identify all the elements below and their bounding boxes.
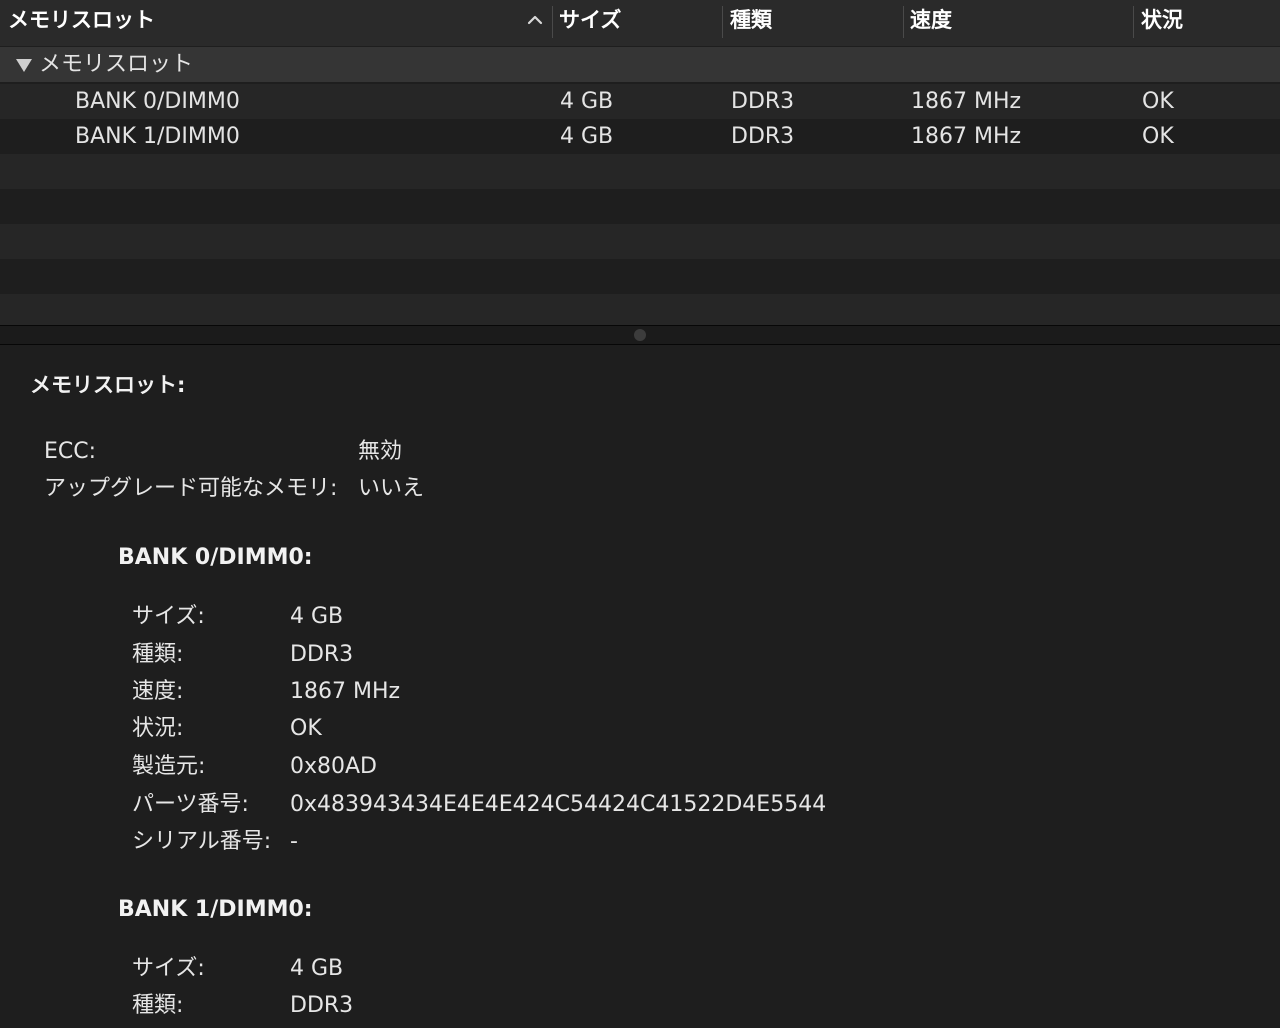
- column-header-status[interactable]: 状況: [1141, 0, 1183, 46]
- triangle-down-icon[interactable]: [14, 56, 34, 74]
- detail-value-ecc: 無効: [358, 439, 403, 464]
- group-label: メモリスロット: [39, 52, 194, 77]
- bank-0-label-serial: シリアル番号:: [132, 829, 272, 854]
- column-header-speed[interactable]: 速度: [910, 0, 952, 46]
- bank-0-label-speed: 速度:: [132, 679, 184, 704]
- bank-1-title: BANK 1/DIMM0:: [118, 897, 313, 922]
- table-row[interactable]: BANK 1/DIMM0 4 GB DDR3 1867 MHz OK: [0, 119, 1280, 154]
- chevron-up-icon[interactable]: [524, 9, 546, 31]
- empty-row: [0, 259, 1280, 294]
- bank-0-value-status: OK: [290, 716, 322, 741]
- detail-value-upgradeable: いいえ: [358, 476, 425, 501]
- row-type: DDR3: [731, 89, 795, 114]
- column-separator[interactable]: [903, 6, 904, 38]
- table-row[interactable]: BANK 0/DIMM0 4 GB DDR3 1867 MHz OK: [0, 84, 1280, 119]
- empty-row: [0, 294, 1280, 325]
- row-type: DDR3: [731, 124, 795, 149]
- bank-0-value-type: DDR3: [290, 642, 354, 667]
- bank-1-value-size: 4 GB: [290, 956, 344, 981]
- column-header-size[interactable]: サイズ: [559, 0, 621, 46]
- splitter-handle-icon[interactable]: [634, 329, 646, 341]
- empty-row: [0, 224, 1280, 259]
- table-header: メモリスロット サイズ 種類 速度 状況: [0, 0, 1280, 46]
- bank-0-label-part-number: パーツ番号:: [132, 792, 249, 817]
- pane-splitter[interactable]: [0, 325, 1280, 345]
- row-status: OK: [1142, 124, 1174, 149]
- bank-0-value-serial: -: [290, 829, 298, 854]
- row-name: BANK 0/DIMM0: [75, 89, 240, 114]
- row-speed: 1867 MHz: [911, 89, 1022, 114]
- column-separator[interactable]: [552, 6, 553, 38]
- row-size: 4 GB: [560, 89, 614, 114]
- bank-0-value-manufacturer: 0x80AD: [290, 754, 378, 779]
- bank-1-label-type: 種類:: [132, 993, 184, 1018]
- detail-label-ecc: ECC:: [44, 439, 97, 464]
- bank-0-value-size: 4 GB: [290, 604, 344, 629]
- bank-0-label-manufacturer: 製造元:: [132, 754, 206, 779]
- detail-pane: メモリスロット: ECC: 無効 アップグレード可能なメモリ: いいえ BANK…: [0, 345, 1280, 1028]
- bank-0-label-status: 状況:: [132, 716, 184, 741]
- bank-0-label-size: サイズ:: [132, 604, 205, 629]
- column-header-memory-slot[interactable]: メモリスロット: [8, 0, 155, 46]
- row-status: OK: [1142, 89, 1174, 114]
- table-group-row[interactable]: メモリスロット: [0, 47, 1280, 82]
- detail-title: メモリスロット:: [30, 373, 186, 397]
- bank-1-value-type: DDR3: [290, 993, 354, 1018]
- column-header-type[interactable]: 種類: [730, 0, 772, 46]
- column-separator[interactable]: [1133, 6, 1134, 38]
- column-separator[interactable]: [722, 6, 723, 38]
- empty-row: [0, 189, 1280, 224]
- bank-0-title: BANK 0/DIMM0:: [118, 545, 313, 570]
- bank-0-value-speed: 1867 MHz: [290, 679, 401, 704]
- detail-label-upgradeable: アップグレード可能なメモリ:: [44, 476, 338, 501]
- bank-0-label-type: 種類:: [132, 642, 184, 667]
- bank-1-label-size: サイズ:: [132, 956, 205, 981]
- row-speed: 1867 MHz: [911, 124, 1022, 149]
- empty-row: [0, 154, 1280, 189]
- bank-0-value-part-number: 0x483943434E4E4E424C54424C41522D4E5544: [290, 792, 827, 817]
- row-size: 4 GB: [560, 124, 614, 149]
- memory-slot-table: メモリスロット サイズ 種類 速度 状況 メモリスロット BANK 0/DIMM…: [0, 0, 1280, 325]
- row-name: BANK 1/DIMM0: [75, 124, 240, 149]
